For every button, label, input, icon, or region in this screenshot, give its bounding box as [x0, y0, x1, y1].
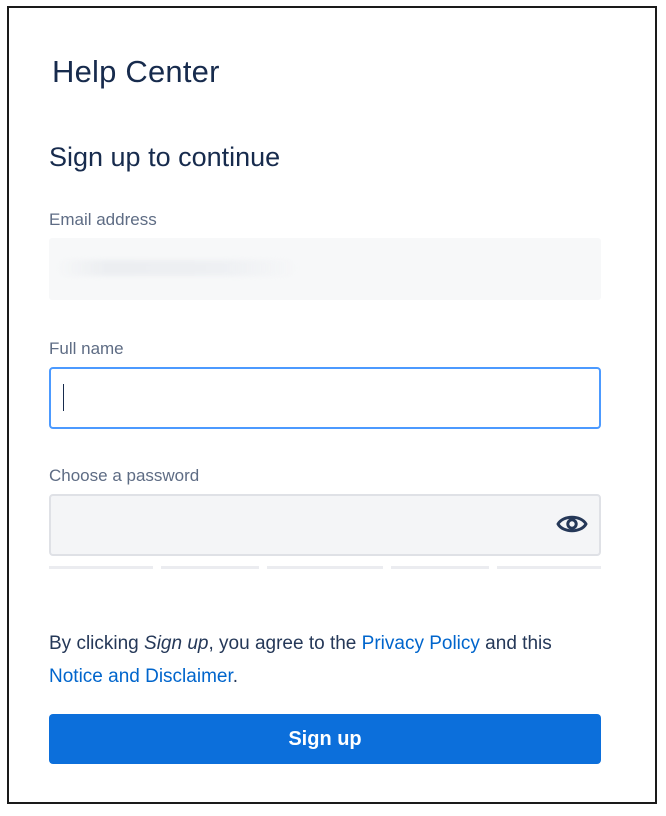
- strength-segment: [267, 566, 383, 569]
- eye-icon: [556, 512, 588, 541]
- redacted-email-value: [57, 260, 297, 276]
- password-strength-meter: [49, 566, 601, 569]
- app-title: Help Center: [52, 54, 220, 89]
- form-heading: Sign up to continue: [49, 142, 281, 172]
- legal-action: Sign up: [144, 633, 209, 654]
- legal-and: and this: [479, 633, 552, 654]
- show-password-button[interactable]: [554, 510, 590, 542]
- email-field-readonly: [49, 238, 601, 300]
- text-caret: [63, 384, 64, 411]
- strength-segment: [49, 566, 153, 569]
- legal-middle: , you agree to the: [208, 633, 362, 654]
- strength-segment: [161, 566, 259, 569]
- legal-prefix: By clicking: [49, 633, 145, 654]
- full-name-label: Full name: [49, 339, 124, 358]
- sign-up-button[interactable]: Sign up: [49, 714, 601, 764]
- password-input[interactable]: [49, 494, 601, 556]
- email-label: Email address: [49, 210, 157, 229]
- privacy-policy-link[interactable]: Privacy Policy: [362, 633, 480, 654]
- password-label: Choose a password: [49, 466, 200, 485]
- strength-segment: [497, 566, 601, 569]
- legal-suffix: .: [232, 666, 239, 687]
- legal-notice: By clicking Sign up, you agree to the Pr…: [49, 627, 601, 693]
- full-name-input[interactable]: [49, 367, 601, 429]
- strength-segment: [391, 566, 489, 569]
- notice-disclaimer-link[interactable]: Notice and Disclaimer: [49, 666, 233, 687]
